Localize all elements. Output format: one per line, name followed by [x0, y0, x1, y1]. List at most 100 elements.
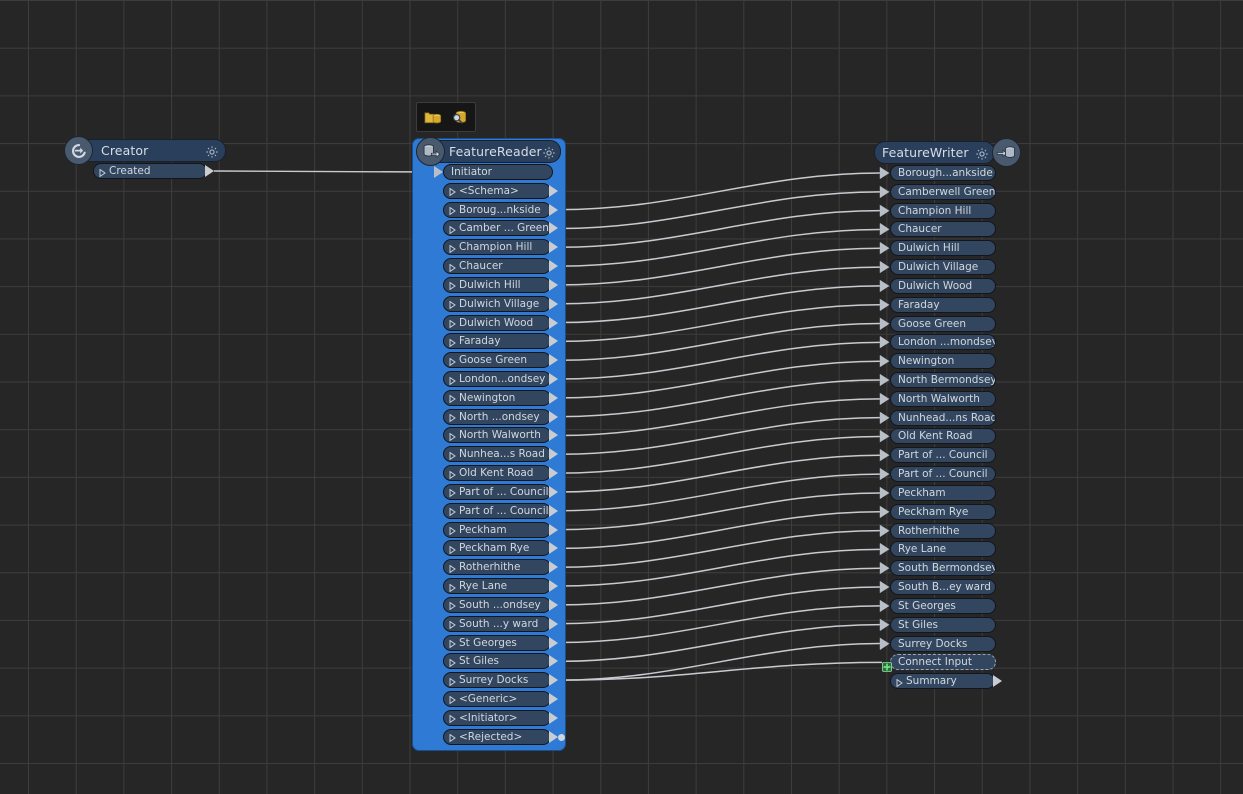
port-row-output[interactable]: North Walworth	[443, 427, 551, 444]
port-row-output[interactable]: South ...ondsey	[443, 596, 551, 613]
port-row-input[interactable]: Dulwich Wood	[890, 277, 996, 294]
expand-triangle-icon[interactable]	[449, 391, 456, 405]
expand-triangle-icon[interactable]	[449, 711, 456, 725]
expand-triangle-icon[interactable]	[449, 730, 456, 744]
port-row-input[interactable]: Camberwell Green	[890, 183, 996, 200]
port-row-input[interactable]: Dulwich Hill	[890, 240, 996, 257]
port-row-input[interactable]: Chaucer	[890, 221, 996, 238]
port-row-output[interactable]: Part of ... Council	[443, 502, 551, 519]
expand-triangle-icon[interactable]	[449, 692, 456, 706]
port-row-input[interactable]: St Georges	[890, 597, 996, 614]
creator-icon[interactable]	[64, 136, 93, 165]
port-row-input[interactable]: North Bermondsey	[890, 372, 996, 389]
port-row-input[interactable]: South Bermondsey	[890, 560, 996, 577]
expand-triangle-icon[interactable]	[449, 428, 456, 442]
port-row-output[interactable]: Old Kent Road	[443, 465, 551, 482]
port-row-input[interactable]: Borough...ankside	[890, 165, 996, 181]
database-read-icon[interactable]	[416, 137, 445, 166]
expand-triangle-icon[interactable]	[449, 372, 456, 386]
open-dataset-icon[interactable]	[422, 106, 444, 128]
port-row-input[interactable]: South B...ey ward	[890, 579, 996, 596]
expand-triangle-icon[interactable]	[449, 654, 456, 668]
workflow-canvas[interactable]: Creator Created FeatureReader Initiator …	[0, 0, 1243, 794]
expand-triangle-icon[interactable]	[449, 203, 456, 217]
expand-triangle-icon[interactable]	[449, 353, 456, 367]
port-row-input[interactable]: Newington	[890, 353, 996, 370]
expand-triangle-icon[interactable]	[449, 673, 456, 687]
port-row-output[interactable]: Boroug...nkside	[443, 201, 551, 218]
expand-triangle-icon[interactable]	[449, 617, 456, 631]
expand-triangle-icon[interactable]	[449, 410, 456, 424]
expand-triangle-icon[interactable]	[449, 278, 456, 292]
port-row-output[interactable]: <Generic>	[443, 690, 551, 707]
port-row-output[interactable]: Chaucer	[443, 258, 551, 275]
port-row-initiator[interactable]: Initiator	[443, 164, 553, 180]
gear-icon[interactable]	[975, 146, 989, 160]
port-row-output[interactable]: Surrey Docks	[443, 672, 551, 689]
connect-input-row[interactable]: Connect Input	[890, 654, 996, 671]
port-row-input[interactable]: Nunhead...ns Road	[890, 409, 996, 426]
port-row-input[interactable]: Goose Green	[890, 315, 996, 332]
expand-triangle-icon[interactable]	[449, 485, 456, 499]
port-row-output[interactable]: Rotherhithe	[443, 559, 551, 576]
port-row-input[interactable]: Dulwich Village	[890, 259, 996, 276]
port-row-output[interactable]: Rye Lane	[443, 578, 551, 595]
reader-toolbar[interactable]	[416, 102, 476, 132]
expand-triangle-icon[interactable]	[449, 316, 456, 330]
expand-triangle-icon[interactable]	[449, 560, 456, 574]
port-row-output[interactable]: Goose Green	[443, 352, 551, 369]
port-row-input[interactable]: North Walworth	[890, 390, 996, 407]
port-row-output[interactable]: Dulwich Wood	[443, 314, 551, 331]
port-row-input[interactable]: Champion Hill	[890, 202, 996, 219]
port-row-input[interactable]: Part of ... Council	[890, 447, 996, 464]
featurewriter-header[interactable]: FeatureWriter	[874, 141, 995, 164]
port-row-input[interactable]: Old Kent Road	[890, 428, 996, 445]
green-plus-icon[interactable]	[882, 657, 892, 676]
port-row-output[interactable]: Faraday	[443, 333, 551, 350]
port-row-summary[interactable]: Summary	[890, 673, 995, 690]
inspect-dataset-icon[interactable]	[448, 106, 470, 128]
creator-port-created[interactable]: Created	[93, 163, 207, 179]
port-row-output[interactable]: <Rejected>	[443, 728, 551, 745]
expand-triangle-icon[interactable]	[449, 240, 456, 254]
expand-triangle-icon[interactable]	[896, 674, 903, 688]
gear-icon[interactable]	[542, 145, 556, 159]
port-row-input[interactable]: Rye Lane	[890, 541, 996, 558]
port-row-output[interactable]: London...ondsey	[443, 371, 551, 388]
port-row-output[interactable]: Part of ... Council	[443, 483, 551, 500]
expand-triangle-icon[interactable]	[449, 598, 456, 612]
expand-triangle-icon[interactable]	[449, 447, 456, 461]
expand-triangle-icon[interactable]	[449, 504, 456, 518]
port-row-input[interactable]: London ...mondsey	[890, 334, 996, 351]
port-row-output[interactable]: South ...y ward	[443, 615, 551, 632]
expand-triangle-icon[interactable]	[449, 259, 456, 273]
port-row-input[interactable]: Peckham	[890, 484, 996, 501]
expand-triangle-icon[interactable]	[449, 636, 456, 650]
gear-icon[interactable]	[205, 144, 219, 158]
port-row-output[interactable]: St Georges	[443, 634, 551, 651]
port-row-input[interactable]: Surrey Docks	[890, 635, 996, 652]
expand-triangle-icon[interactable]	[449, 523, 456, 537]
port-row-output[interactable]: Nunhea...s Road	[443, 446, 551, 463]
port-row-input[interactable]: Rotherhithe	[890, 522, 996, 539]
expand-triangle-icon[interactable]	[449, 541, 456, 555]
port-row-output[interactable]: St Giles	[443, 653, 551, 670]
expand-triangle-icon[interactable]	[449, 579, 456, 593]
port-row-input[interactable]: St Giles	[890, 616, 996, 633]
port-row-output[interactable]: Peckham Rye	[443, 540, 551, 557]
expand-triangle-icon[interactable]	[449, 221, 456, 235]
expand-triangle-icon[interactable]	[99, 164, 106, 178]
featurereader-header[interactable]: FeatureReader	[426, 140, 561, 163]
port-row-output[interactable]: Newington	[443, 389, 551, 406]
port-row-input[interactable]: Part of ... Council	[890, 466, 996, 483]
port-row-input[interactable]: Peckham Rye	[890, 503, 996, 520]
expand-triangle-icon[interactable]	[449, 184, 456, 198]
port-row-output[interactable]: Peckham	[443, 521, 551, 538]
creator-header[interactable]: Creator	[78, 139, 226, 162]
port-row-output[interactable]: North ...ondsey	[443, 408, 551, 425]
port-row-output[interactable]: Camber ... Green	[443, 220, 551, 237]
database-write-icon[interactable]	[992, 138, 1021, 167]
port-row-output[interactable]: Champion Hill	[443, 239, 551, 256]
expand-triangle-icon[interactable]	[449, 466, 456, 480]
port-row-output[interactable]: <Schema>	[443, 182, 551, 199]
